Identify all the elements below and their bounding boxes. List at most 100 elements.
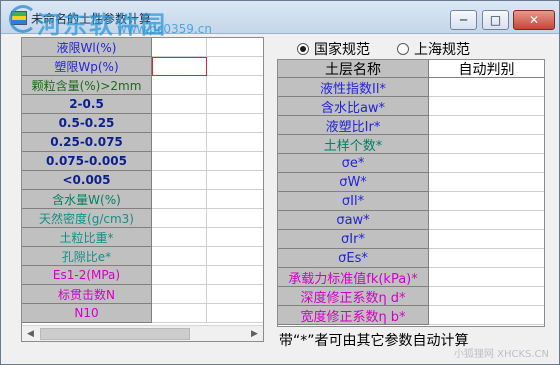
input-extra-cell[interactable] <box>207 304 263 323</box>
result-value-cell[interactable] <box>429 249 544 268</box>
result-value-cell[interactable] <box>429 211 544 230</box>
input-value-cell[interactable] <box>152 38 207 57</box>
input-extra-cell[interactable] <box>207 247 263 266</box>
input-value-cell[interactable] <box>152 152 207 171</box>
window-title: 未命名的土性参数计算 <box>31 12 152 26</box>
input-row-label: <0.005 <box>22 171 152 190</box>
header-auto-detect[interactable]: 自动判别 <box>429 60 544 78</box>
close-button[interactable]: ✕ <box>513 10 555 30</box>
scroll-right-arrow-icon[interactable]: ▶ <box>246 326 263 341</box>
result-grid[interactable]: 土层名称 自动判别 液性指数Il* 含水比aw* 液塑比Ir* 土样个数* σe* σW*… <box>277 59 545 327</box>
input-extra-cell[interactable] <box>207 228 263 247</box>
horizontal-scrollbar[interactable]: ◀ ▶ <box>22 325 263 341</box>
footer-note: 带“*”者可由其它参数自动计算 <box>279 333 469 349</box>
input-row-label: 液限Wl(%) <box>22 38 152 57</box>
result-row-label: 液性指数Il* <box>278 78 429 97</box>
input-value-cell[interactable] <box>152 171 207 190</box>
result-row-label: 液塑比Ir* <box>278 116 429 135</box>
input-value-cell[interactable] <box>152 114 207 133</box>
result-value-cell[interactable] <box>429 287 544 306</box>
input-row-label: 天然密度(g/cm3) <box>22 209 152 228</box>
input-extra-cell[interactable] <box>207 152 263 171</box>
soil-input-grid[interactable]: 液限Wl(%) 塑限Wp(%) 颗粒含量(%)>2mm 2-0.5 0.5-0.25 0.… <box>21 37 264 342</box>
result-value-cell[interactable] <box>429 78 544 97</box>
input-extra-cell[interactable] <box>207 76 263 95</box>
title-bar[interactable]: 未命名的土性参数计算 河东软件园 www.pc0359.cn ─ □ ✕ <box>1 1 559 39</box>
input-row: N10 <box>22 304 263 323</box>
input-value-cell[interactable] <box>152 190 207 209</box>
input-row: 0.075-0.005 <box>22 152 263 171</box>
input-extra-cell[interactable] <box>207 38 263 57</box>
input-value-cell[interactable] <box>152 266 207 285</box>
input-extra-cell[interactable] <box>207 95 263 114</box>
result-row-label: 承载力标准值fk(kPa)* <box>278 268 429 287</box>
result-value-cell[interactable] <box>429 192 544 211</box>
result-value-cell[interactable] <box>429 154 544 173</box>
input-extra-cell[interactable] <box>207 171 263 190</box>
input-row-label: 孔隙比e* <box>22 247 152 266</box>
input-row: <0.005 <box>22 171 263 190</box>
result-row-label: 深度修正系数η d* <box>278 287 429 306</box>
result-value-cell[interactable] <box>429 97 544 116</box>
input-row-label: Es1-2(MPa) <box>22 266 152 285</box>
result-row: σIr* <box>278 230 544 249</box>
result-row-label: 宽度修正系数η b* <box>278 306 429 325</box>
input-extra-cell[interactable] <box>207 190 263 209</box>
input-row-label: 0.075-0.005 <box>22 152 152 171</box>
scroll-left-arrow-icon[interactable]: ◀ <box>22 326 39 341</box>
minimize-button[interactable]: ─ <box>450 10 477 30</box>
result-row: 深度修正系数η d* <box>278 287 544 306</box>
input-value-cell[interactable] <box>152 95 207 114</box>
input-row-label: 2-0.5 <box>22 95 152 114</box>
input-value-cell[interactable] <box>152 76 207 95</box>
input-value-cell[interactable] <box>152 247 207 266</box>
input-value-cell[interactable] <box>152 209 207 228</box>
input-extra-cell[interactable] <box>207 209 263 228</box>
watermark-corner: 小狐狸网 XHCKS.CN <box>453 349 549 360</box>
maximize-button[interactable]: □ <box>482 10 509 30</box>
input-extra-cell[interactable] <box>207 133 263 152</box>
result-row-label: σaw* <box>278 211 429 230</box>
result-value-cell[interactable] <box>429 135 544 154</box>
input-extra-cell[interactable] <box>207 285 263 304</box>
input-value-cell[interactable] <box>152 57 207 76</box>
input-value-cell[interactable] <box>152 228 207 247</box>
input-extra-cell[interactable] <box>207 57 263 76</box>
radio-shanghai-dot[interactable] <box>397 43 409 55</box>
result-row: σe* <box>278 154 544 173</box>
radio-national-spec[interactable]: 国家规范 <box>297 39 370 59</box>
result-value-cell[interactable] <box>429 230 544 249</box>
input-value-cell[interactable] <box>152 285 207 304</box>
input-row-label: 塑限Wp(%) <box>22 57 152 76</box>
input-row-label: 0.25-0.075 <box>22 133 152 152</box>
result-value-cell[interactable] <box>429 116 544 135</box>
result-row: σEs* <box>278 249 544 268</box>
radio-shanghai-label: 上海规范 <box>414 42 470 58</box>
input-extra-cell[interactable] <box>207 114 263 133</box>
header-soil-layer-name: 土层名称 <box>278 60 429 78</box>
input-row: 孔隙比e* <box>22 247 263 266</box>
result-value-cell[interactable] <box>429 268 544 287</box>
input-value-cell[interactable] <box>152 304 207 323</box>
input-value-cell[interactable] <box>152 133 207 152</box>
result-row-label: σIl* <box>278 192 429 211</box>
result-row: 土样个数* <box>278 135 544 154</box>
input-row-label: 土粒比重* <box>22 228 152 247</box>
input-extra-cell[interactable] <box>207 266 263 285</box>
result-value-cell[interactable] <box>429 306 544 325</box>
scroll-thumb[interactable] <box>40 328 190 340</box>
main-window: 未命名的土性参数计算 河东软件园 www.pc0359.cn ─ □ ✕ 液限W… <box>0 0 560 365</box>
input-row-label: N10 <box>22 304 152 323</box>
result-grid-header: 土层名称 自动判别 <box>278 60 544 78</box>
result-row: σIl* <box>278 192 544 211</box>
result-value-cell[interactable] <box>429 173 544 192</box>
radio-shanghai-spec[interactable]: 上海规范 <box>397 39 470 59</box>
input-row: 含水量W(%) <box>22 190 263 209</box>
result-row: 承载力标准值fk(kPa)* <box>278 268 544 287</box>
radio-national-dot[interactable] <box>297 43 309 55</box>
result-row: 液塑比Ir* <box>278 116 544 135</box>
input-row-label: 含水量W(%) <box>22 190 152 209</box>
input-row: 标贯击数N <box>22 285 263 304</box>
input-row: 颗粒含量(%)>2mm <box>22 76 263 95</box>
result-row-label: σe* <box>278 154 429 173</box>
